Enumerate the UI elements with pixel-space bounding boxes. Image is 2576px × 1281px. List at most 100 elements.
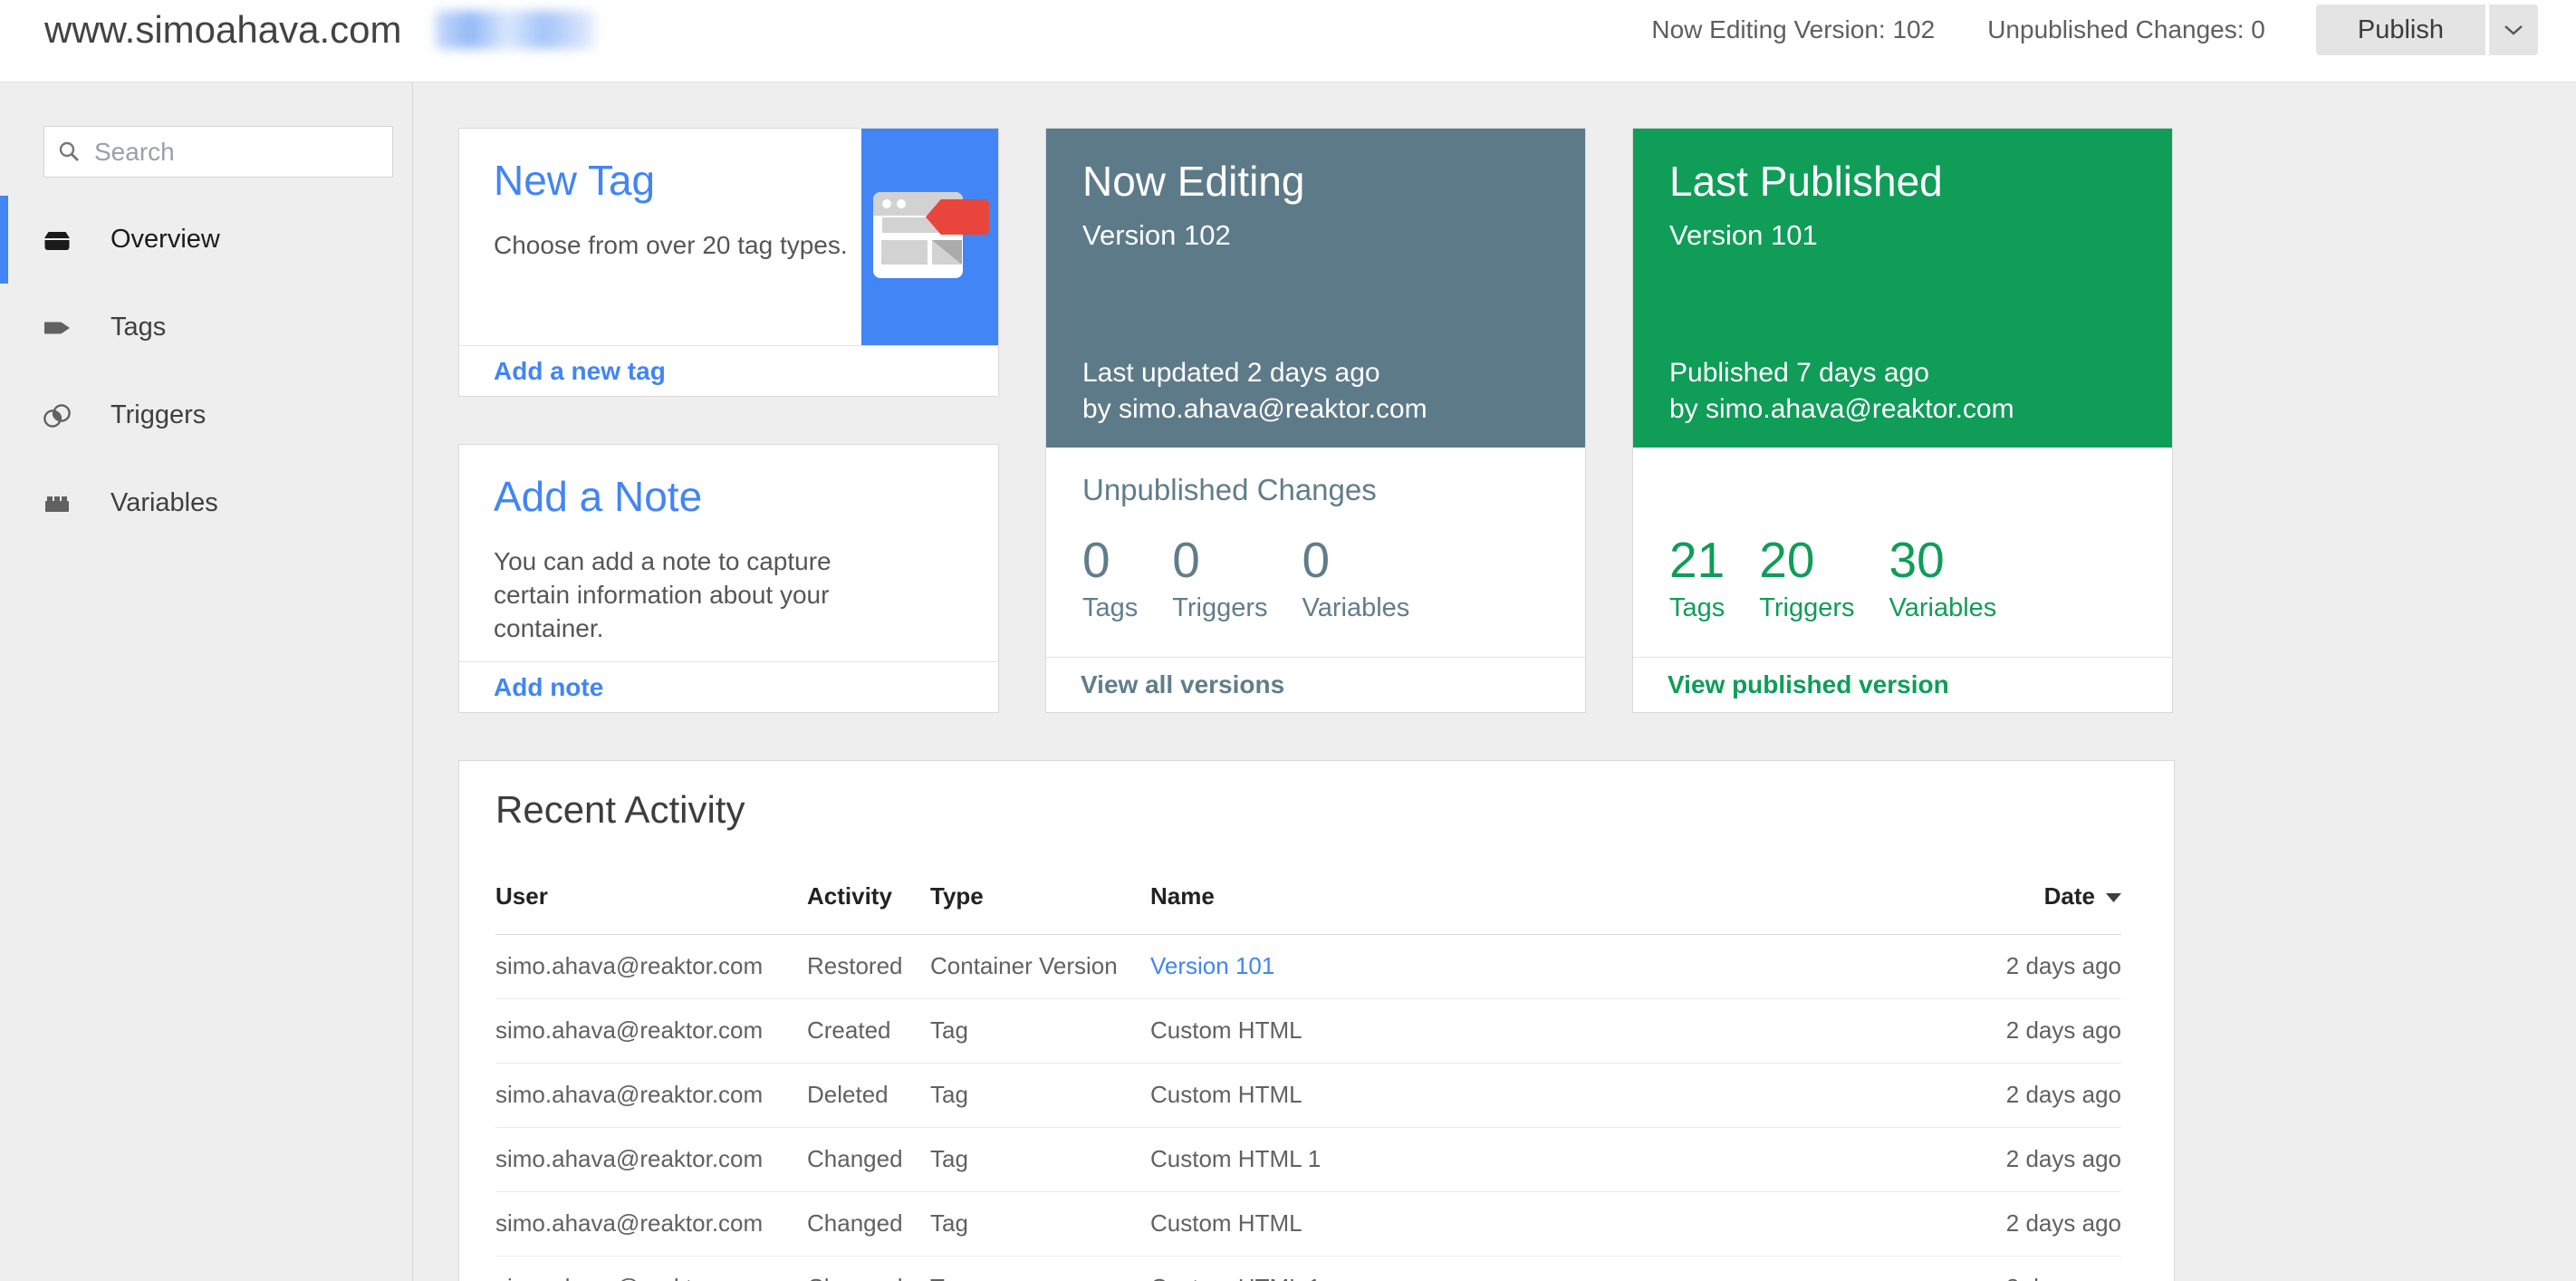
sidebar-item-label: Triggers: [111, 400, 206, 430]
sidebar-item-label: Tags: [111, 313, 166, 342]
variables-icon: [40, 487, 74, 520]
sidebar: Overview Tags: [0, 82, 413, 1281]
activity-table-header-row: User Activity Type Name Date: [495, 870, 2121, 935]
view-published-version-link[interactable]: View published version: [1668, 670, 1949, 699]
now-editing-title: Now Editing: [1082, 157, 1304, 206]
cell-date: 2 days ago: [1886, 935, 2121, 999]
overview-cards-row: New Tag Choose from over 20 tag types.: [458, 128, 2576, 713]
search-icon: [57, 140, 82, 164]
cell-type: Tag: [930, 999, 1150, 1064]
sidebar-item-label: Variables: [111, 488, 218, 518]
cell-date: 2 days ago: [1886, 1064, 2121, 1128]
add-note-card[interactable]: Add a Note You can add a note to capture…: [458, 444, 999, 713]
add-note-card-main: Add a Note You can add a note to capture…: [459, 445, 998, 661]
new-tag-illustration-icon: [861, 129, 998, 345]
cell-name: Custom HTML 1: [1150, 1128, 1886, 1192]
stat-triggers: 20 Triggers: [1759, 534, 1854, 623]
last-published-footer: View published version: [1633, 657, 2172, 712]
cell-activity: Deleted: [807, 1064, 930, 1128]
cell-type: Tag: [930, 1192, 1150, 1257]
now-editing-version-label: Now Editing Version: 102: [1651, 15, 1935, 44]
last-published-body: 21 Tags 20 Triggers 30 Variables: [1633, 448, 2172, 657]
stat-variables: 30 Variables: [1889, 534, 1997, 623]
cell-activity: Created: [807, 999, 930, 1064]
cell-type: Tag: [930, 1128, 1150, 1192]
stat-tags: 0 Tags: [1082, 534, 1138, 623]
new-tag-description: Choose from over 20 tag types.: [494, 228, 874, 262]
now-editing-footer: View all versions: [1046, 657, 1585, 712]
column-header-name: Name: [1150, 870, 1886, 935]
cell-type: Container Version: [930, 935, 1150, 999]
activity-table-row: simo.ahava@reaktor.com Changed Tag Custo…: [495, 1257, 2121, 1281]
last-published-title: Last Published: [1669, 157, 1943, 206]
sidebar-nav: Overview Tags: [0, 196, 412, 547]
add-new-tag-link[interactable]: Add a new tag: [494, 357, 666, 386]
cell-user: simo.ahava@reaktor.com: [495, 1064, 807, 1128]
unpublished-changes-label: Unpublished Changes: 0: [1987, 15, 2265, 44]
cell-date: 2 days ago: [1886, 1257, 2121, 1281]
now-editing-hero: Now Editing Version 102 Last updated 2 d…: [1046, 129, 1585, 448]
last-published-hero: Last Published Version 101 Published 7 d…: [1633, 129, 2172, 448]
cell-date: 2 days ago: [1886, 999, 2121, 1064]
activity-table-body: simo.ahava@reaktor.com Restored Containe…: [495, 935, 2121, 1281]
cell-activity: Changed: [807, 1192, 930, 1257]
sidebar-item-overview[interactable]: Overview: [0, 196, 412, 284]
now-editing-body: Unpublished Changes 0 Tags 0 Triggers: [1046, 448, 1585, 657]
last-published-card: Last Published Version 101 Published 7 d…: [1632, 128, 2173, 713]
activity-table-row: simo.ahava@reaktor.com Deleted Tag Custo…: [495, 1064, 2121, 1128]
stat-tags: 21 Tags: [1669, 534, 1725, 623]
cell-type: Tag: [930, 1257, 1150, 1281]
last-published-version: Version 101: [1669, 219, 1818, 252]
activity-table-row: simo.ahava@reaktor.com Changed Tag Custo…: [495, 1128, 2121, 1192]
activity-table-row: simo.ahava@reaktor.com Restored Containe…: [495, 935, 2121, 999]
left-card-column: New Tag Choose from over 20 tag types.: [458, 128, 999, 713]
cell-date: 2 days ago: [1886, 1128, 2121, 1192]
stat-triggers: 0 Triggers: [1172, 534, 1267, 623]
cell-name: Custom HTML: [1150, 1192, 1886, 1257]
gtm-workspace-page: www.simoahava.com Now Editing Version: 1…: [0, 0, 2576, 1281]
topbar-left: www.simoahava.com: [44, 8, 595, 52]
stat-variables: 0 Variables: [1302, 534, 1410, 623]
search-input[interactable]: [92, 137, 380, 168]
overview-icon: [40, 224, 74, 256]
container-id-redacted-badge: [436, 11, 595, 49]
new-tag-card[interactable]: New Tag Choose from over 20 tag types.: [458, 128, 999, 397]
recent-activity-title: Recent Activity: [495, 761, 2121, 832]
content: Overview Tags: [0, 82, 2576, 1281]
new-tag-title: New Tag: [494, 156, 655, 205]
cell-name: Custom HTML 1: [1150, 1257, 1886, 1281]
add-note-title: Add a Note: [494, 472, 702, 521]
activity-table-row: simo.ahava@reaktor.com Created Tag Custo…: [495, 999, 2121, 1064]
chevron-down-icon: [2504, 24, 2523, 36]
sidebar-item-variables[interactable]: Variables: [0, 459, 412, 547]
topbar-right: Now Editing Version: 102 Unpublished Cha…: [1651, 5, 2538, 55]
recent-activity-card: Recent Activity User Activity Type Name …: [458, 760, 2175, 1281]
new-tag-card-main: New Tag Choose from over 20 tag types.: [459, 129, 998, 345]
publish-button-label: Publish: [2358, 15, 2444, 45]
view-all-versions-link[interactable]: View all versions: [1081, 670, 1284, 699]
publish-menu-button[interactable]: [2489, 5, 2538, 55]
column-header-date[interactable]: Date: [1886, 870, 2121, 935]
new-tag-card-footer: Add a new tag: [459, 345, 998, 396]
sort-desc-icon: [2106, 893, 2121, 902]
cell-user: simo.ahava@reaktor.com: [495, 1128, 807, 1192]
cell-type: Tag: [930, 1064, 1150, 1128]
publish-button[interactable]: Publish: [2316, 5, 2485, 55]
now-editing-version: Version 102: [1082, 219, 1231, 252]
cell-name-link[interactable]: Version 101: [1150, 935, 1886, 999]
column-header-user: User: [495, 870, 807, 935]
cell-user: simo.ahava@reaktor.com: [495, 935, 807, 999]
tag-icon: [40, 312, 74, 344]
now-editing-card: Now Editing Version 102 Last updated 2 d…: [1045, 128, 1586, 713]
sidebar-item-tags[interactable]: Tags: [0, 284, 412, 371]
add-note-card-footer: Add note: [459, 661, 998, 712]
cell-user: simo.ahava@reaktor.com: [495, 999, 807, 1064]
add-note-link[interactable]: Add note: [494, 673, 603, 702]
triggers-icon: [40, 400, 74, 432]
sidebar-item-triggers[interactable]: Triggers: [0, 371, 412, 459]
unpublished-changes-heading: Unpublished Changes: [1082, 473, 1377, 507]
activity-table-row: simo.ahava@reaktor.com Changed Tag Custo…: [495, 1192, 2121, 1257]
now-editing-meta: Last updated 2 days ago by simo.ahava@re…: [1082, 355, 1427, 428]
column-header-activity: Activity: [807, 870, 930, 935]
search-box: [43, 126, 393, 178]
